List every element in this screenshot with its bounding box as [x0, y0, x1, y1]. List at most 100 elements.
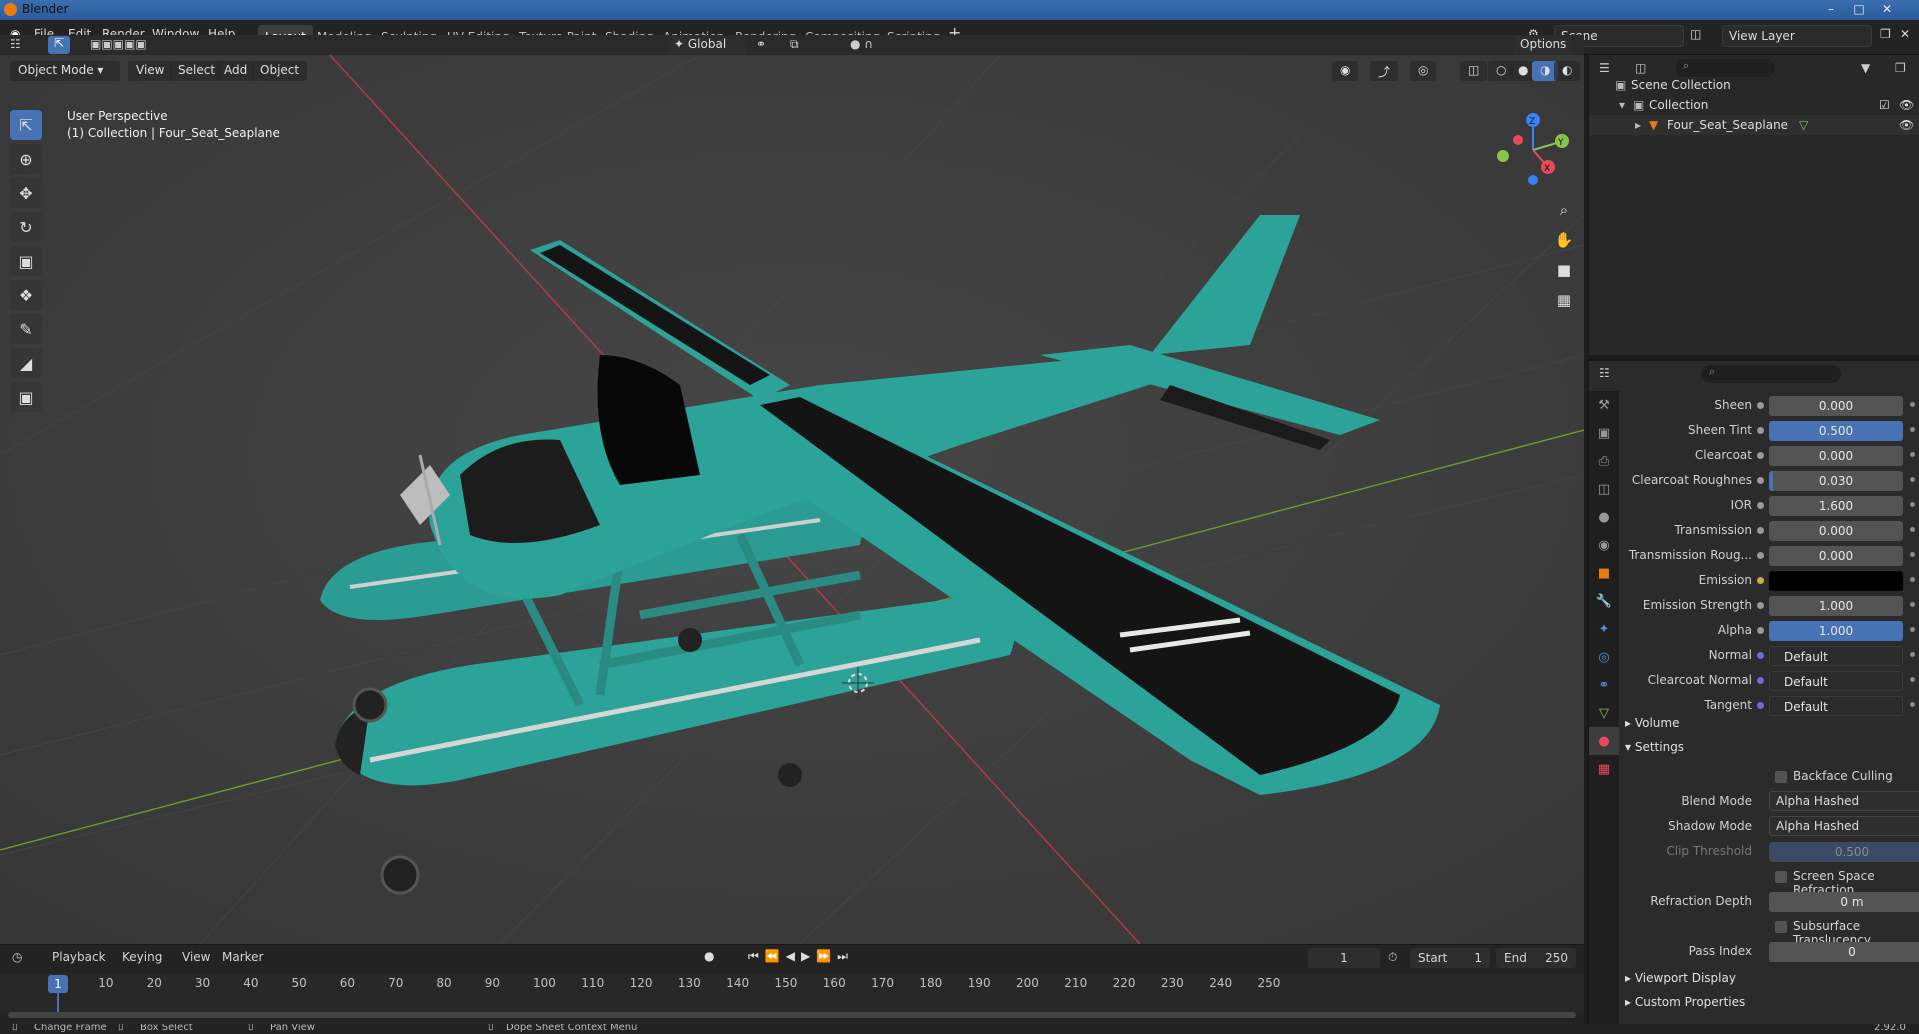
object-tab-icon[interactable]: ■: [1589, 559, 1619, 587]
keyframe-dot-icon[interactable]: [1910, 677, 1915, 682]
pivot-icon[interactable]: ⚭: [756, 37, 766, 51]
prop-field-clearcoat[interactable]: 0.000: [1769, 446, 1903, 466]
measure-tool-icon[interactable]: ◢: [10, 348, 42, 378]
timeline-menu-playback[interactable]: Playback: [52, 950, 106, 964]
snap-icon[interactable]: ⧉: [790, 37, 799, 52]
collection-visibility-icon[interactable]: 👁: [1899, 98, 1914, 112]
zoom-icon[interactable]: ⌕: [1552, 195, 1576, 225]
section-viewport-display[interactable]: ▸ Viewport Display: [1625, 971, 1736, 993]
view-layer-field[interactable]: View Layer: [1722, 25, 1872, 47]
constraints-tab-icon[interactable]: ⚭: [1589, 671, 1619, 699]
modifiers-tab-icon[interactable]: 🔧: [1589, 587, 1619, 615]
socket-icon[interactable]: [1757, 427, 1764, 434]
socket-icon[interactable]: [1757, 477, 1764, 484]
end-frame-field[interactable]: End 250: [1496, 948, 1576, 968]
section-custom-properties[interactable]: ▸ Custom Properties: [1625, 995, 1745, 1017]
prop-field-clearcoat-roughnes[interactable]: 0.030: [1769, 471, 1903, 491]
3d-viewport[interactable]: Object Mode ▾ View Select Add Object ◉ ⤴…: [0, 55, 1584, 944]
record-icon[interactable]: ●: [704, 949, 714, 963]
keyframe-dot-icon[interactable]: [1910, 427, 1915, 432]
prop-field-alpha[interactable]: 1.000: [1769, 621, 1903, 641]
keyframe-dot-icon[interactable]: [1910, 577, 1915, 582]
viewport-menu-object[interactable]: Object: [252, 61, 308, 81]
navigation-gizmo[interactable]: Z Y X: [1488, 110, 1578, 190]
mesh-data-icon[interactable]: ▽: [1799, 118, 1808, 132]
prop-field-transmission[interactable]: 0.000: [1769, 521, 1903, 541]
tool-tab-icon[interactable]: ⚒: [1589, 391, 1619, 419]
start-frame-field[interactable]: Start 1: [1410, 948, 1490, 968]
prop-field-clearcoat-normal[interactable]: Default: [1769, 671, 1903, 691]
pass-index-field[interactable]: 0: [1769, 942, 1919, 962]
socket-icon[interactable]: [1757, 652, 1764, 659]
socket-icon[interactable]: [1757, 402, 1764, 409]
properties-editor-icon[interactable]: ☷: [1599, 366, 1610, 380]
scale-tool-icon[interactable]: ▣: [10, 246, 42, 276]
prop-field-sheen[interactable]: 0.000: [1769, 396, 1903, 416]
clip-threshold-field[interactable]: 0.500: [1769, 842, 1919, 862]
keyframe-dot-icon[interactable]: [1910, 502, 1915, 507]
move-tool-icon[interactable]: ✥: [10, 178, 42, 208]
keyframe-dot-icon[interactable]: [1910, 652, 1915, 657]
subsurface-row[interactable]: Subsurface Translucency: [1621, 916, 1919, 947]
keyframe-dot-icon[interactable]: [1910, 627, 1915, 632]
keyframe-dot-icon[interactable]: [1910, 527, 1915, 532]
playback-controls-icon[interactable]: ⏮⏪◀▶⏩⏭: [748, 949, 854, 964]
timeline-menu-marker[interactable]: Marker: [222, 950, 263, 964]
rotate-tool-icon[interactable]: ↻: [10, 212, 42, 242]
socket-icon[interactable]: [1757, 552, 1764, 559]
expand-arrow-icon[interactable]: ▸: [1635, 118, 1641, 132]
viewport-menu-view[interactable]: View: [128, 61, 173, 81]
current-frame-field[interactable]: 1: [1308, 948, 1380, 968]
socket-icon[interactable]: [1757, 627, 1764, 634]
subsurface-checkbox[interactable]: [1775, 921, 1787, 933]
select-box-tool-icon[interactable]: ⇱: [10, 110, 42, 140]
socket-icon[interactable]: [1757, 702, 1764, 709]
keyframe-dot-icon[interactable]: [1910, 602, 1915, 607]
socket-icon[interactable]: [1757, 677, 1764, 684]
viewport-menu-add[interactable]: Add: [216, 61, 256, 81]
socket-icon[interactable]: [1757, 452, 1764, 459]
prop-field-normal[interactable]: Default: [1769, 646, 1903, 666]
ssr-row[interactable]: Screen Space Refraction: [1621, 866, 1919, 897]
keyframe-dot-icon[interactable]: [1910, 702, 1915, 707]
pan-hand-icon[interactable]: ✋: [1552, 225, 1576, 255]
render-tab-icon[interactable]: ▣: [1589, 419, 1619, 447]
socket-icon[interactable]: [1757, 602, 1764, 609]
close-icon[interactable]: ✕: [1876, 1, 1898, 17]
outliner-editor-icon[interactable]: ☰: [1599, 61, 1610, 75]
socket-icon[interactable]: [1757, 502, 1764, 509]
minimize-icon[interactable]: –: [1820, 1, 1842, 17]
ortho-grid-icon[interactable]: ▦: [1552, 285, 1576, 315]
proportional-edit-icon[interactable]: ● ∩: [850, 37, 873, 51]
add-cube-tool-icon[interactable]: ▣: [10, 382, 42, 412]
output-tab-icon[interactable]: ⎙: [1589, 447, 1619, 475]
object-mode-dropdown[interactable]: Object Mode ▾: [10, 61, 120, 81]
properties-search-input[interactable]: ⌕: [1701, 365, 1841, 383]
collection-checkbox-icon[interactable]: ☑: [1879, 98, 1890, 112]
backface-culling-checkbox[interactable]: [1775, 771, 1787, 783]
transform-tool-icon[interactable]: ❖: [10, 280, 42, 310]
gizmo-toggle-icon[interactable]: ⤴: [1370, 61, 1399, 81]
view-layer-icon[interactable]: ◫: [1690, 27, 1701, 41]
prop-color-emission[interactable]: [1769, 571, 1903, 591]
outliner-row-scene-collection[interactable]: ▣ Scene Collection: [1589, 75, 1919, 95]
shading-rendered-icon[interactable]: ◐: [1554, 61, 1581, 81]
prop-field-transmission-roug[interactable]: 0.000: [1769, 546, 1903, 566]
orientation-dropdown[interactable]: ✦ Global: [668, 36, 746, 54]
annotate-tool-icon[interactable]: ✎: [10, 314, 42, 344]
timeline-menu-view[interactable]: View: [182, 950, 210, 964]
overlay-toggle-icon[interactable]: ◎: [1410, 61, 1437, 81]
cursor-tool-icon[interactable]: ⊕: [10, 144, 42, 174]
select-mode-icon[interactable]: ⇱: [48, 36, 70, 54]
timeline-editor-icon[interactable]: ◷: [12, 950, 22, 964]
section-volume[interactable]: ▸ Volume: [1625, 716, 1679, 738]
keyframe-dot-icon[interactable]: [1910, 477, 1915, 482]
options-dropdown[interactable]: Options: [1514, 36, 1573, 54]
editor-type-icon[interactable]: ☷: [10, 37, 21, 51]
keyframe-dot-icon[interactable]: [1910, 402, 1915, 407]
prop-field-sheen-tint[interactable]: 0.500: [1769, 421, 1903, 441]
prop-field-tangent[interactable]: Default: [1769, 696, 1903, 716]
material-tab-icon[interactable]: ●: [1589, 727, 1619, 755]
xray-icon[interactable]: ◫: [1460, 61, 1488, 81]
keyframe-dot-icon[interactable]: [1910, 552, 1915, 557]
